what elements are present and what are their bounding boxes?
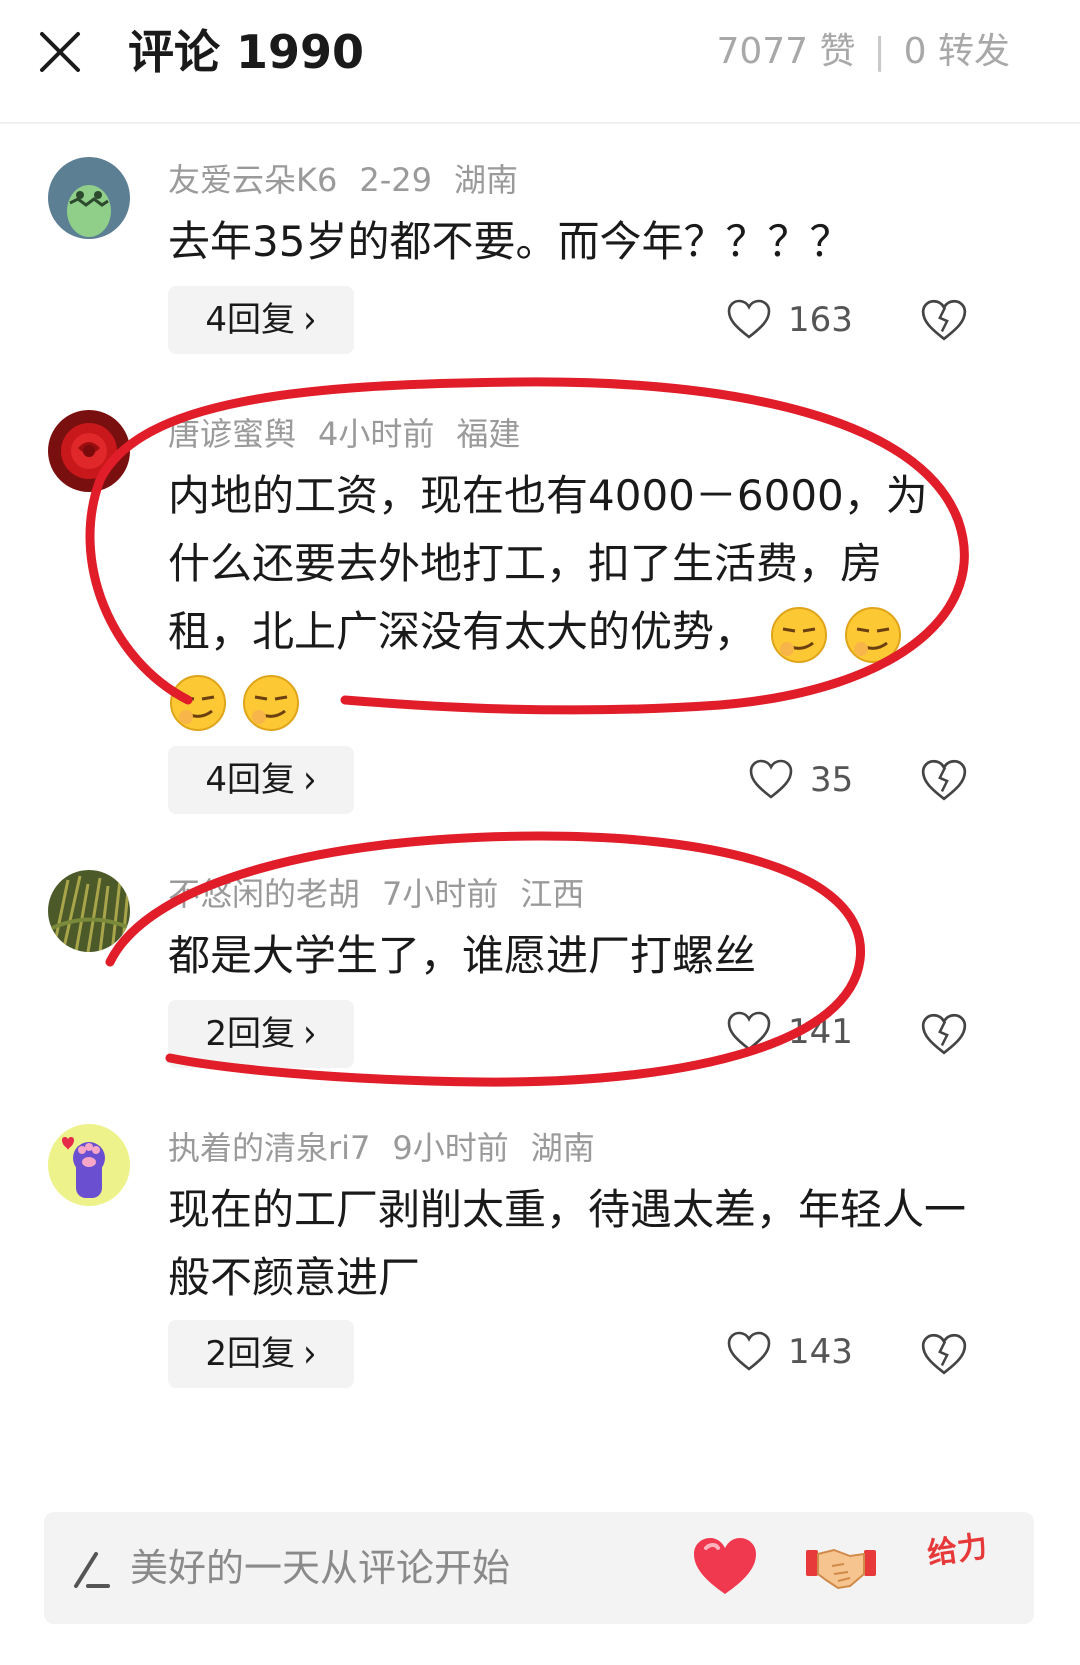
broken-heart-icon[interactable] — [920, 1010, 968, 1058]
comment-author[interactable]: 不悠闲的老胡 — [168, 875, 360, 913]
stats-separator: | — [873, 31, 886, 72]
replies-label: 2回复 — [205, 1334, 296, 1374]
shares-count: 0 转发 — [903, 31, 1010, 72]
comments-header: 评论 1990 7077 赞 | 0 转发 — [0, 0, 1080, 124]
comment-location: 湖南 — [453, 161, 518, 199]
comment-input-bar[interactable]: 美好的一天从评论开始 给力 — [44, 1512, 1034, 1624]
broken-heart-icon[interactable] — [920, 1330, 968, 1378]
replies-label: 4回复 — [205, 760, 296, 800]
smirk-emoji-icon — [243, 674, 300, 731]
replies-label: 4回复 — [205, 300, 296, 340]
comment-text: 去年35岁的都不要。而今年？？？？ — [168, 217, 852, 266]
comment-text: 现在的工厂剥削太重，待遇太差，年轻人一般不颜意进厂 — [168, 1185, 967, 1302]
close-icon[interactable] — [38, 30, 82, 74]
heart-reaction-icon[interactable] — [690, 1534, 760, 1598]
comment-text: 内地的工资，现在也有4000－6000，为什么还要去外地打工，扣了生活费，房租，… — [168, 462, 958, 734]
like-button[interactable]: 143 — [726, 1322, 886, 1382]
geili-reaction-icon: 给力 — [925, 1529, 989, 1572]
like-count: 143 — [788, 1332, 853, 1372]
smirk-emoji-icon — [771, 606, 828, 663]
like-button[interactable]: 35 — [748, 750, 908, 810]
comment-meta: 唐谚蜜舆 4小时前 福建 — [168, 412, 542, 456]
page-title: 评论 1990 — [128, 25, 365, 79]
like-button[interactable]: 141 — [726, 1002, 886, 1062]
broken-heart-icon[interactable] — [920, 296, 968, 344]
comment-input-placeholder[interactable]: 美好的一天从评论开始 — [130, 1512, 510, 1624]
likes-count: 7077 赞 — [716, 31, 856, 72]
replies-button[interactable]: 2回复 › — [168, 1320, 354, 1388]
pen-icon — [74, 1552, 110, 1588]
heart-outline-icon — [727, 1331, 771, 1371]
chevron-right-icon: › — [303, 1331, 317, 1377]
like-button[interactable]: 163 — [726, 290, 886, 350]
comment-time: 9小时前 — [392, 1129, 509, 1167]
broken-heart-icon[interactable] — [920, 756, 968, 804]
comment-time: 2-29 — [359, 161, 432, 199]
replies-button[interactable]: 4回复 › — [168, 286, 354, 354]
chevron-right-icon: › — [303, 1011, 317, 1057]
replies-button[interactable]: 2回复 › — [168, 1000, 354, 1068]
chevron-right-icon: › — [303, 297, 317, 343]
comment-location: 福建 — [456, 415, 521, 453]
comment-author[interactable]: 执着的清泉ri7 — [168, 1129, 370, 1167]
like-count: 35 — [810, 760, 854, 800]
replies-label: 2回复 — [205, 1014, 296, 1054]
handshake-reaction-icon[interactable] — [804, 1536, 878, 1600]
comment-location: 湖南 — [530, 1129, 595, 1167]
comment-location: 江西 — [520, 875, 585, 913]
like-count: 163 — [788, 300, 853, 340]
replies-button[interactable]: 4回复 › — [168, 746, 354, 814]
comment-meta: 不悠闲的老胡 7小时前 江西 — [168, 872, 606, 916]
heart-outline-icon — [727, 299, 771, 339]
geili-label: 给力 — [925, 1529, 989, 1572]
heart-outline-icon — [749, 759, 793, 799]
geili-reaction-button[interactable]: 给力 — [924, 1526, 998, 1606]
smirk-emoji-icon — [170, 674, 226, 731]
comment-time: 4小时前 — [318, 415, 435, 453]
avatar[interactable] — [48, 1124, 130, 1206]
comment-author[interactable]: 唐谚蜜舆 — [168, 415, 296, 453]
comment-meta: 执着的清泉ri7 9小时前 湖南 — [168, 1126, 617, 1170]
heart-outline-icon — [727, 1011, 771, 1051]
comment-author[interactable]: 友爱云朵K6 — [168, 161, 337, 199]
smirk-emoji-icon — [844, 606, 901, 663]
avatar[interactable] — [48, 157, 130, 239]
avatar[interactable] — [48, 410, 130, 492]
comment-text: 都是大学生了，谁愿进厂打螺丝 — [168, 931, 757, 980]
post-stats: 7077 赞 | 0 转发 — [716, 22, 1010, 82]
comment-meta: 友爱云朵K6 2-29 湖南 — [168, 158, 540, 202]
avatar[interactable] — [48, 870, 130, 952]
like-count: 141 — [788, 1012, 853, 1052]
chevron-right-icon: › — [303, 757, 317, 803]
comment-time: 7小时前 — [382, 875, 499, 913]
